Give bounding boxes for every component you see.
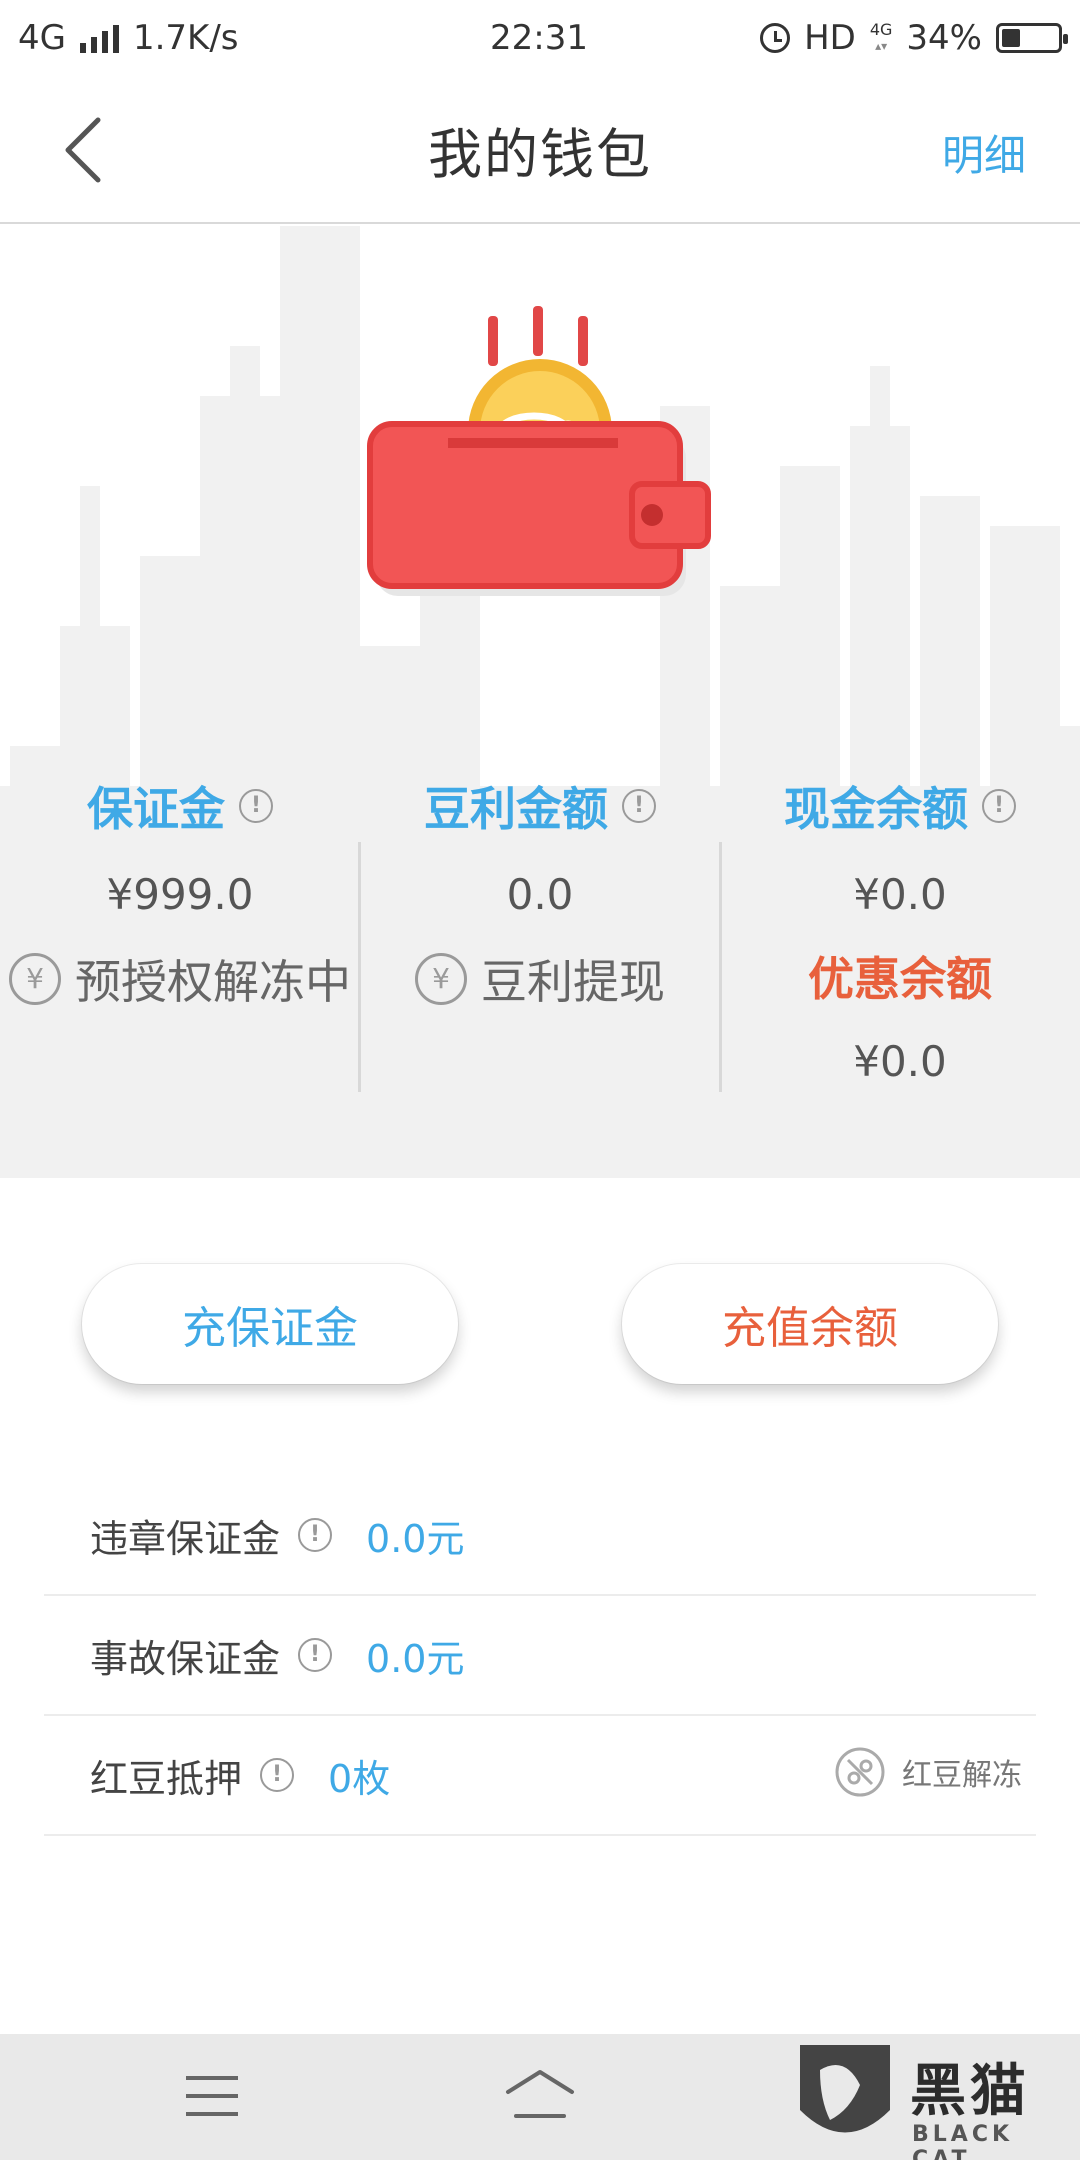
blackcat-watermark: 黑猫 BLACK CAT (790, 2040, 1080, 2160)
column-divider (358, 842, 361, 1092)
list-item-value: 0.0元 (366, 1636, 465, 1681)
detail-link[interactable]: 明细 (942, 122, 1026, 183)
red-bean-unfreeze-button[interactable]: 红豆解冻 (834, 1746, 1022, 1798)
info-icon[interactable]: ! (982, 789, 1016, 823)
yen-icon: ¥ (415, 953, 467, 1005)
preauth-unfreeze-label: 预授权解冻中 (75, 955, 351, 1009)
deposit-list: 违章保证金 ! 0.0元 事故保证金 ! 0.0元 红豆抵押 ! 0枚 红豆解冻 (44, 1476, 1036, 1836)
home-icon[interactable] (502, 2064, 578, 2128)
battery-icon (996, 23, 1068, 53)
list-item[interactable]: 红豆抵押 ! 0枚 红豆解冻 (44, 1716, 1036, 1836)
beans-value: 0.0 (506, 870, 574, 919)
preauth-unfreeze-status[interactable]: ¥ 预授权解冻中 (0, 944, 360, 1014)
deposit-stat: 保证金 ! ¥999.0 ¥ 预授权解冻中 (0, 766, 360, 1014)
unfreeze-icon (835, 1747, 885, 1797)
list-item-label: 违章保证金 (90, 1516, 281, 1561)
deposit-value: ¥999.0 (106, 870, 254, 919)
list-item-value: 0.0元 (366, 1516, 465, 1561)
list-item-label: 红豆抵押 (90, 1756, 243, 1801)
top-up-button[interactable]: 充值余额 (622, 1264, 998, 1384)
network-type: 4G (18, 18, 66, 58)
beans-withdraw-label: 豆利提现 (481, 955, 665, 1009)
status-left: 4G 1.7K/s (18, 18, 239, 58)
list-item[interactable]: 事故保证金 ! 0.0元 (44, 1596, 1036, 1716)
wallet-icon (367, 306, 711, 596)
info-icon[interactable]: ! (260, 1758, 295, 1792)
column-divider (719, 842, 722, 1092)
beans-stat: 豆利金额 ! 0.0 ¥ 豆利提现 (360, 766, 720, 1014)
info-icon[interactable]: ! (298, 1638, 333, 1672)
watermark-text: 黑猫 (910, 2059, 1030, 2124)
hd-indicator: HD (804, 18, 856, 58)
beans-withdraw-button[interactable]: ¥ 豆利提现 (360, 944, 720, 1014)
cash-label: 现金余额 (784, 782, 968, 836)
beans-label: 豆利金额 (424, 782, 608, 836)
unfreeze-label: 红豆解冻 (902, 1758, 1022, 1793)
list-item-value: 0枚 (328, 1756, 391, 1801)
yen-icon: ¥ (9, 953, 61, 1005)
page-title: 我的钱包 (428, 122, 652, 186)
blackcat-logo-icon (800, 2045, 890, 2133)
back-button[interactable] (54, 114, 124, 184)
status-right: HD 4G ▴▾ 34% (760, 18, 1068, 58)
system-nav-bar: 黑猫 BLACK CAT (0, 2034, 1080, 2160)
net-type-label: 4G (869, 20, 893, 39)
app-header: 我的钱包 明细 (0, 76, 1080, 224)
cash-stat: 现金余额 ! ¥0.0 优惠余额 ¥0.0 (720, 766, 1080, 1110)
cash-value: ¥0.0 (853, 870, 947, 919)
watermark-subtext: BLACK CAT (912, 2122, 1014, 2160)
add-deposit-button[interactable]: 充保证金 (82, 1264, 458, 1384)
wallet-hero: 保证金 ! ¥999.0 ¥ 预授权解冻中 豆利金额 ! 0.0 ¥ 豆利提现 … (0, 226, 1080, 1178)
info-icon[interactable]: ! (622, 789, 656, 823)
alarm-icon (760, 23, 791, 53)
list-item-label: 事故保证金 (90, 1636, 281, 1681)
deposit-label: 保证金 (87, 782, 225, 836)
list-item[interactable]: 违章保证金 ! 0.0元 (44, 1476, 1036, 1596)
network-speed: 1.7K/s (132, 18, 239, 58)
promo-balance-value: ¥0.0 (853, 1037, 947, 1086)
battery-percent: 34% (906, 18, 982, 58)
status-bar: 4G 1.7K/s 22:31 HD 4G ▴▾ 34% (0, 0, 1080, 76)
info-icon[interactable]: ! (298, 1518, 333, 1552)
promo-balance-label: 优惠余额 (808, 952, 992, 1006)
net-type-icon: 4G ▴▾ (869, 20, 893, 54)
balance-stats: 保证金 ! ¥999.0 ¥ 预授权解冻中 豆利金额 ! 0.0 ¥ 豆利提现 … (0, 766, 1080, 1092)
status-time: 22:31 (490, 18, 588, 58)
info-icon[interactable]: ! (239, 789, 273, 823)
signal-icon (79, 23, 119, 53)
menu-icon[interactable] (186, 2076, 238, 2120)
